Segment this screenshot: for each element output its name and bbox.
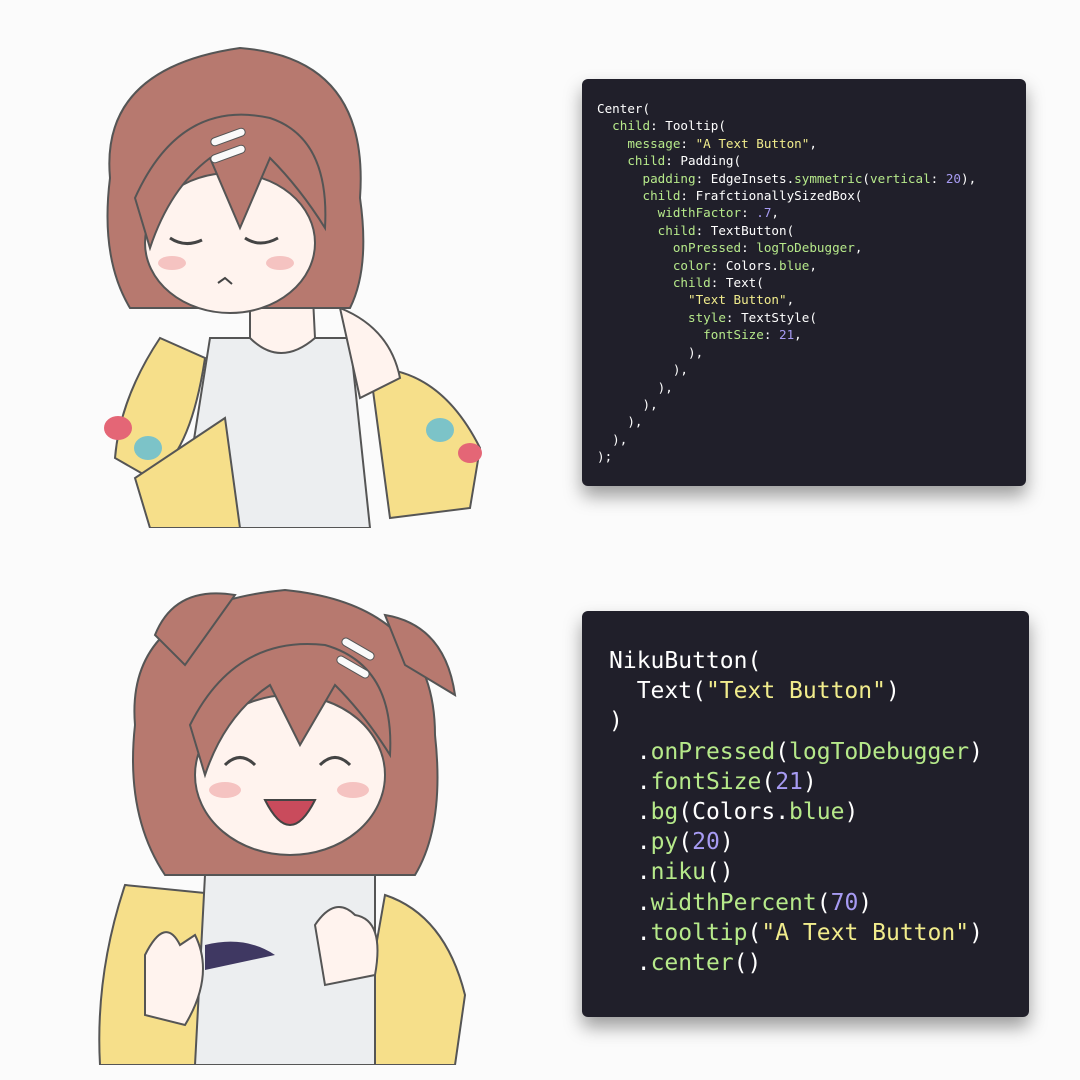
top-illustration <box>40 38 500 528</box>
flutter-code-block: Center( child: Tooltip( message: "A Text… <box>597 101 977 465</box>
bottom-illustration <box>85 575 485 1065</box>
flutter-code-card: Center( child: Tooltip( message: "A Text… <box>582 79 1026 486</box>
chibi-girl-cheering-thumbs-up-illustration <box>98 588 467 1065</box>
niku-code-card: NikuButton( Text("Text Button") ) .onPre… <box>582 611 1029 1017</box>
chibi-girl-sulking-illustration <box>104 46 482 528</box>
niku-code-block: NikuButton( Text("Text Button") ) .onPre… <box>609 648 983 977</box>
